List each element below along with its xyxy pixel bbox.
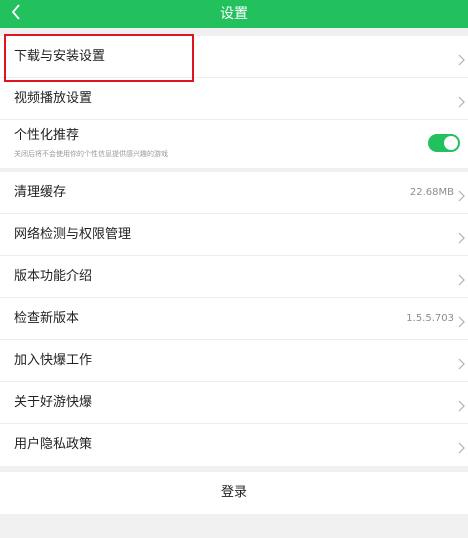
- chevron-right-icon: [456, 51, 466, 66]
- version-features-item[interactable]: 版本功能介绍: [0, 256, 468, 298]
- personalized-recommendation-toggle[interactable]: [428, 134, 460, 152]
- row-label: 个性化推荐: [14, 128, 80, 143]
- row-label: 用户隐私政策: [14, 437, 93, 452]
- chevron-right-icon: [456, 271, 466, 286]
- version-number-value: 1.5.5.703: [406, 313, 454, 324]
- row-label: 清理缓存: [14, 185, 67, 200]
- chevron-right-icon: [456, 397, 466, 412]
- video-playback-settings-item[interactable]: 视频播放设置: [0, 78, 468, 120]
- toggle-knob: [444, 136, 458, 150]
- check-new-version-item[interactable]: 检查新版本 1.5.5.703: [0, 298, 468, 340]
- join-us-item[interactable]: 加入快爆工作: [0, 340, 468, 382]
- row-label: 关于好游快爆: [14, 395, 93, 410]
- row-label: 检查新版本: [14, 311, 80, 326]
- row-label: 网络检测与权限管理: [14, 227, 132, 242]
- cache-size-value: 22.68MB: [409, 187, 454, 198]
- settings-group-other: 清理缓存 22.68MB 网络检测与权限管理 版本功能介绍 检查新版本 1.5.…: [0, 172, 468, 466]
- row-sublabel: 关闭后将不会使用你的个性信息提供感兴趣的游戏: [14, 150, 168, 158]
- chevron-right-icon: [456, 187, 466, 202]
- chevron-right-icon: [456, 439, 466, 454]
- chevron-right-icon: [456, 355, 466, 370]
- row-label: 视频播放设置: [14, 91, 93, 106]
- download-install-settings-item[interactable]: 下载与安装设置: [0, 36, 468, 78]
- chevron-right-icon: [456, 229, 466, 244]
- personalized-recommendation-item: 个性化推荐 关闭后将不会使用你的个性信息提供感兴趣的游戏: [0, 120, 468, 168]
- row-label: 版本功能介绍: [14, 269, 93, 284]
- row-label: 加入快爆工作: [14, 353, 93, 368]
- chevron-right-icon: [456, 313, 466, 328]
- about-item[interactable]: 关于好游快爆: [0, 382, 468, 424]
- clear-cache-item[interactable]: 清理缓存 22.68MB: [0, 172, 468, 214]
- settings-group-general: 下载与安装设置 视频播放设置 个性化推荐 关闭后将不会使用你的个性信息提供感兴趣…: [0, 36, 468, 168]
- login-button[interactable]: 登录: [0, 472, 468, 514]
- chevron-right-icon: [456, 93, 466, 108]
- top-bar: 设置: [0, 0, 468, 28]
- row-label: 下载与安装设置: [14, 49, 106, 64]
- privacy-policy-item[interactable]: 用户隐私政策: [0, 424, 468, 466]
- network-permission-item[interactable]: 网络检测与权限管理: [0, 214, 468, 256]
- page-title: 设置: [220, 6, 248, 22]
